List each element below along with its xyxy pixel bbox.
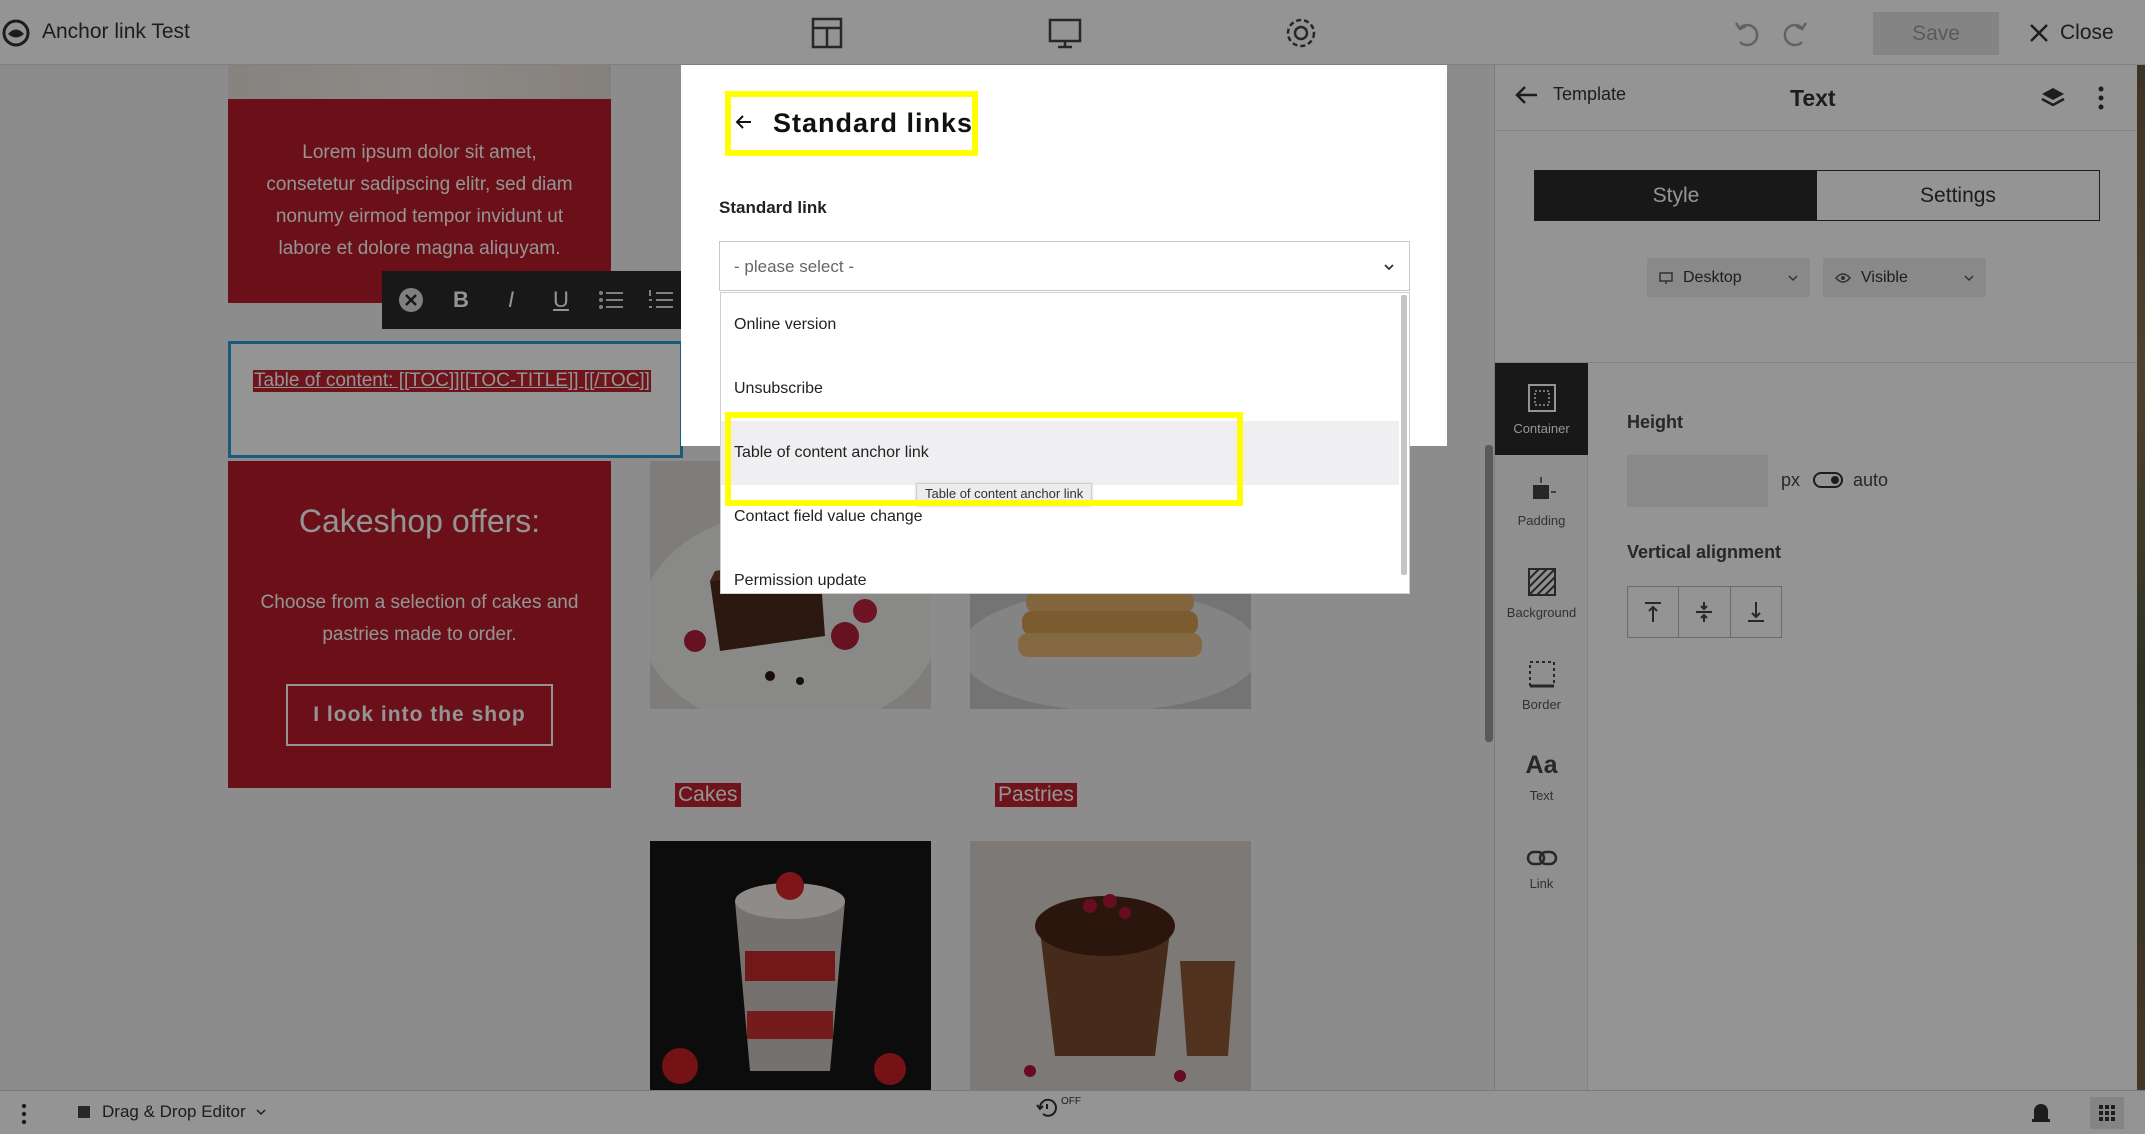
option-permission-update[interactable]: Permission update bbox=[721, 549, 1399, 593]
select-placeholder: - please select - bbox=[734, 257, 854, 276]
standard-link-select[interactable]: - please select - bbox=[719, 241, 1410, 291]
dialog-title: Standard links bbox=[773, 108, 974, 138]
option-online-version[interactable]: Online version bbox=[721, 293, 1399, 357]
standard-link-label: Standard link bbox=[719, 198, 827, 217]
options-scrollbar[interactable] bbox=[1401, 295, 1407, 575]
back-arrow-icon[interactable] bbox=[733, 111, 755, 133]
chevron-down-icon bbox=[1383, 261, 1395, 273]
option-highlight-box bbox=[725, 412, 1243, 506]
